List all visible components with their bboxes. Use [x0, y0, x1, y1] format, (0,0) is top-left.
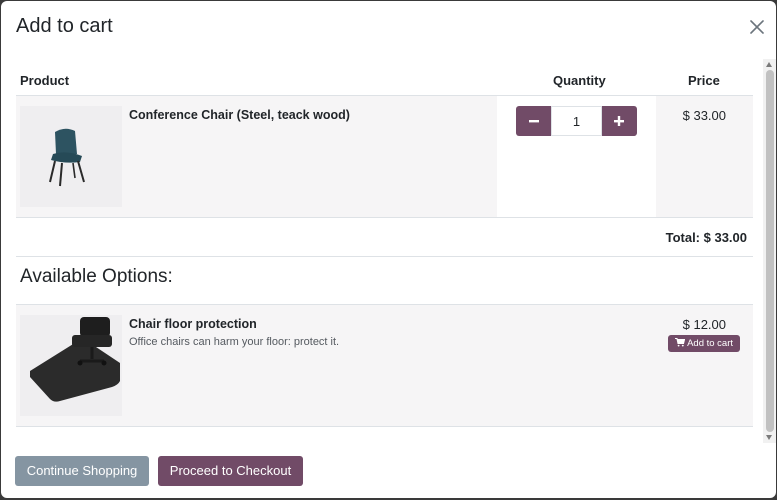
available-options-title: Available Options: — [20, 266, 173, 287]
close-icon[interactable] — [748, 18, 766, 36]
scroll-thumb[interactable] — [766, 70, 774, 432]
floor-mat-image — [20, 315, 122, 416]
option-name: Chair floor protection — [129, 317, 257, 331]
increase-quantity-button[interactable] — [602, 106, 637, 136]
product-price: $ 33.00 — [682, 108, 726, 123]
product-name: Conference Chair (Steel, teack wood) — [129, 108, 350, 122]
dialog-body: Product Quantity Price Conference Chair … — [16, 59, 753, 443]
dialog-header: Add to cart — [1, 1, 776, 59]
option-row: Chair floor protection Office chairs can… — [16, 305, 753, 426]
decrease-quantity-button[interactable] — [516, 106, 551, 136]
continue-shopping-button[interactable]: Continue Shopping — [15, 456, 149, 486]
total-divider — [16, 256, 753, 257]
chair-image — [20, 106, 122, 207]
proceed-to-checkout-button[interactable]: Proceed to Checkout — [158, 456, 303, 486]
add-to-cart-dialog: Add to cart Product Quantity Price Confe… — [1, 1, 776, 498]
price-column-header: Price — [688, 73, 720, 88]
minus-icon — [529, 120, 539, 123]
scrollbar[interactable] — [763, 59, 776, 443]
cart-total: Total: $ 33.00 — [665, 230, 747, 245]
quantity-column-header: Quantity — [553, 73, 606, 88]
dialog-title: Add to cart — [16, 15, 113, 37]
plus-icon — [614, 116, 624, 126]
add-to-cart-label: Add to cart — [687, 338, 734, 349]
quantity-input[interactable] — [551, 106, 602, 136]
scroll-down-icon[interactable] — [766, 435, 772, 440]
quantity-stepper[interactable] — [516, 106, 639, 136]
row-divider — [16, 217, 753, 218]
product-column-header: Product — [20, 73, 70, 88]
option-description: Office chairs can harm your floor: prote… — [129, 336, 340, 348]
scroll-up-icon[interactable] — [766, 62, 772, 67]
cart-product-row: Conference Chair (Steel, teack wood) $ 3… — [16, 96, 753, 217]
option-add-to-cart-button[interactable]: Add to cart — [668, 335, 740, 352]
option-bottom-divider — [16, 426, 753, 427]
option-price: $ 12.00 — [682, 317, 726, 332]
cart-icon — [674, 337, 686, 347]
